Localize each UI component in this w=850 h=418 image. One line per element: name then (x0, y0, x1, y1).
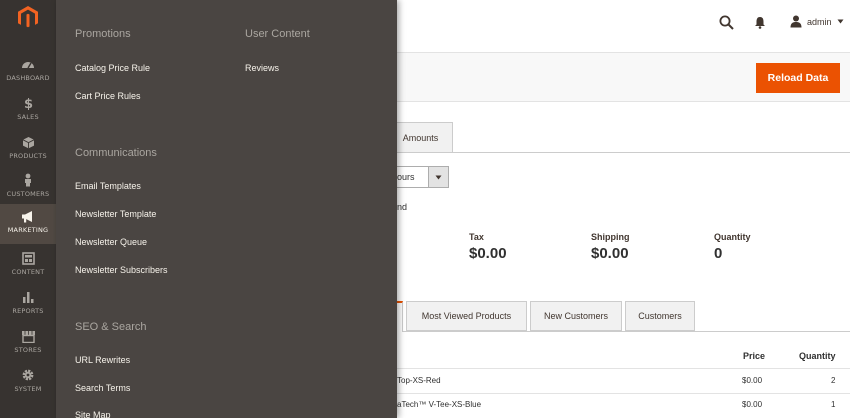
user-icon (790, 15, 802, 28)
megaphone-icon (20, 208, 36, 224)
rail-label-sales: SALES (17, 113, 39, 121)
cell-quantity: 1 (831, 400, 836, 409)
submenu-link-email-templates[interactable]: Email Templates (75, 181, 141, 191)
submenu-heading-user-content: User Content (245, 28, 310, 40)
table-divider (397, 393, 850, 394)
rail-item-marketing[interactable]: MARKETING (0, 204, 56, 244)
marketing-submenu: Promotions Catalog Price Rule Cart Price… (56, 0, 397, 418)
table-divider (397, 368, 850, 369)
tab-customers[interactable]: Customers (625, 301, 695, 331)
admin-user-menu[interactable]: admin (790, 15, 844, 28)
submenu-link-newsletter-queue[interactable]: Newsletter Queue (75, 237, 147, 247)
tabs-divider (397, 331, 850, 332)
dashboard-icon (20, 56, 36, 72)
admin-nav-rail: DASHBOARD $ SALES PRODUCTS CUSTOMERS MAR… (0, 0, 56, 418)
cell-price: $0.00 (742, 376, 763, 385)
layout-icon (20, 250, 36, 266)
reload-data-button[interactable]: Reload Data (756, 63, 840, 93)
rail-item-customers[interactable]: CUSTOMERS (0, 168, 56, 206)
svg-text:$: $ (24, 97, 33, 110)
submenu-heading-promotions: Promotions (75, 28, 131, 40)
rail-item-system[interactable]: SYSTEM (0, 363, 56, 401)
cell-quantity: 2 (831, 376, 836, 385)
store-icon (20, 328, 36, 344)
tab-active-edge[interactable] (397, 301, 403, 332)
cell-product: aTech™ V-Tee-XS-Blue (397, 400, 482, 409)
tab-most-viewed-products[interactable]: Most Viewed Products (406, 301, 527, 331)
submenu-heading-seo-search: SEO & Search (75, 321, 147, 333)
person-icon (20, 172, 36, 188)
submenu-link-url-rewrites[interactable]: URL Rewrites (75, 355, 130, 365)
cell-product: Top-XS-Red (397, 376, 441, 385)
rail-label-content: CONTENT (11, 268, 45, 276)
submenu-heading-communications: Communications (75, 147, 157, 159)
stat-tax-label: Tax (469, 232, 484, 242)
admin-username: admin (807, 16, 832, 27)
submenu-link-search-terms[interactable]: Search Terms (75, 383, 130, 393)
rail-label-dashboard: DASHBOARD (6, 74, 50, 82)
bar-chart-icon (20, 289, 36, 305)
stat-quantity-value: 0 (714, 245, 723, 262)
stat-shipping-label: Shipping (591, 232, 630, 242)
rail-label-marketing: MARKETING (7, 226, 49, 234)
cube-icon (20, 134, 36, 150)
bell-icon[interactable] (754, 16, 766, 34)
rail-item-dashboard[interactable]: DASHBOARD (0, 52, 56, 90)
submenu-link-site-map[interactable]: Site Map (75, 410, 111, 418)
partial-label: nd (397, 202, 408, 212)
stat-quantity-label: Quantity (714, 232, 751, 242)
submenu-link-catalog-price-rule[interactable]: Catalog Price Rule (75, 63, 150, 73)
rail-label-stores: STORES (14, 346, 42, 354)
rail-label-products: PRODUCTS (9, 152, 47, 160)
rail-item-stores[interactable]: STORES (0, 324, 56, 362)
tabs-divider (397, 152, 850, 153)
rail-label-system: SYSTEM (14, 385, 42, 393)
submenu-link-reviews[interactable]: Reviews (245, 63, 279, 73)
rail-item-sales[interactable]: $ SALES (0, 91, 56, 129)
tab-amounts[interactable]: Amounts (388, 122, 453, 152)
stat-shipping-value: $0.00 (591, 245, 629, 262)
cell-price: $0.00 (742, 400, 763, 409)
magento-logo[interactable] (0, 0, 56, 34)
column-header-quantity: Quantity (799, 351, 836, 361)
chevron-down-icon (428, 167, 448, 187)
rail-item-products[interactable]: PRODUCTS (0, 130, 56, 168)
rail-item-content[interactable]: CONTENT (0, 246, 56, 284)
dollar-icon: $ (20, 95, 36, 111)
tab-new-customers[interactable]: New Customers (530, 301, 622, 331)
gear-icon (20, 367, 36, 383)
rail-label-reports: REPORTS (12, 307, 44, 315)
chevron-down-icon (837, 19, 844, 24)
column-header-price: Price (743, 351, 766, 361)
submenu-link-cart-price-rules[interactable]: Cart Price Rules (75, 91, 141, 101)
search-icon[interactable] (719, 15, 734, 35)
rail-item-reports[interactable]: REPORTS (0, 285, 56, 323)
submenu-link-newsletter-template[interactable]: Newsletter Template (75, 209, 156, 219)
rail-label-customers: CUSTOMERS (6, 190, 50, 198)
submenu-link-newsletter-subscribers[interactable]: Newsletter Subscribers (75, 265, 168, 275)
stat-tax-value: $0.00 (469, 245, 507, 262)
